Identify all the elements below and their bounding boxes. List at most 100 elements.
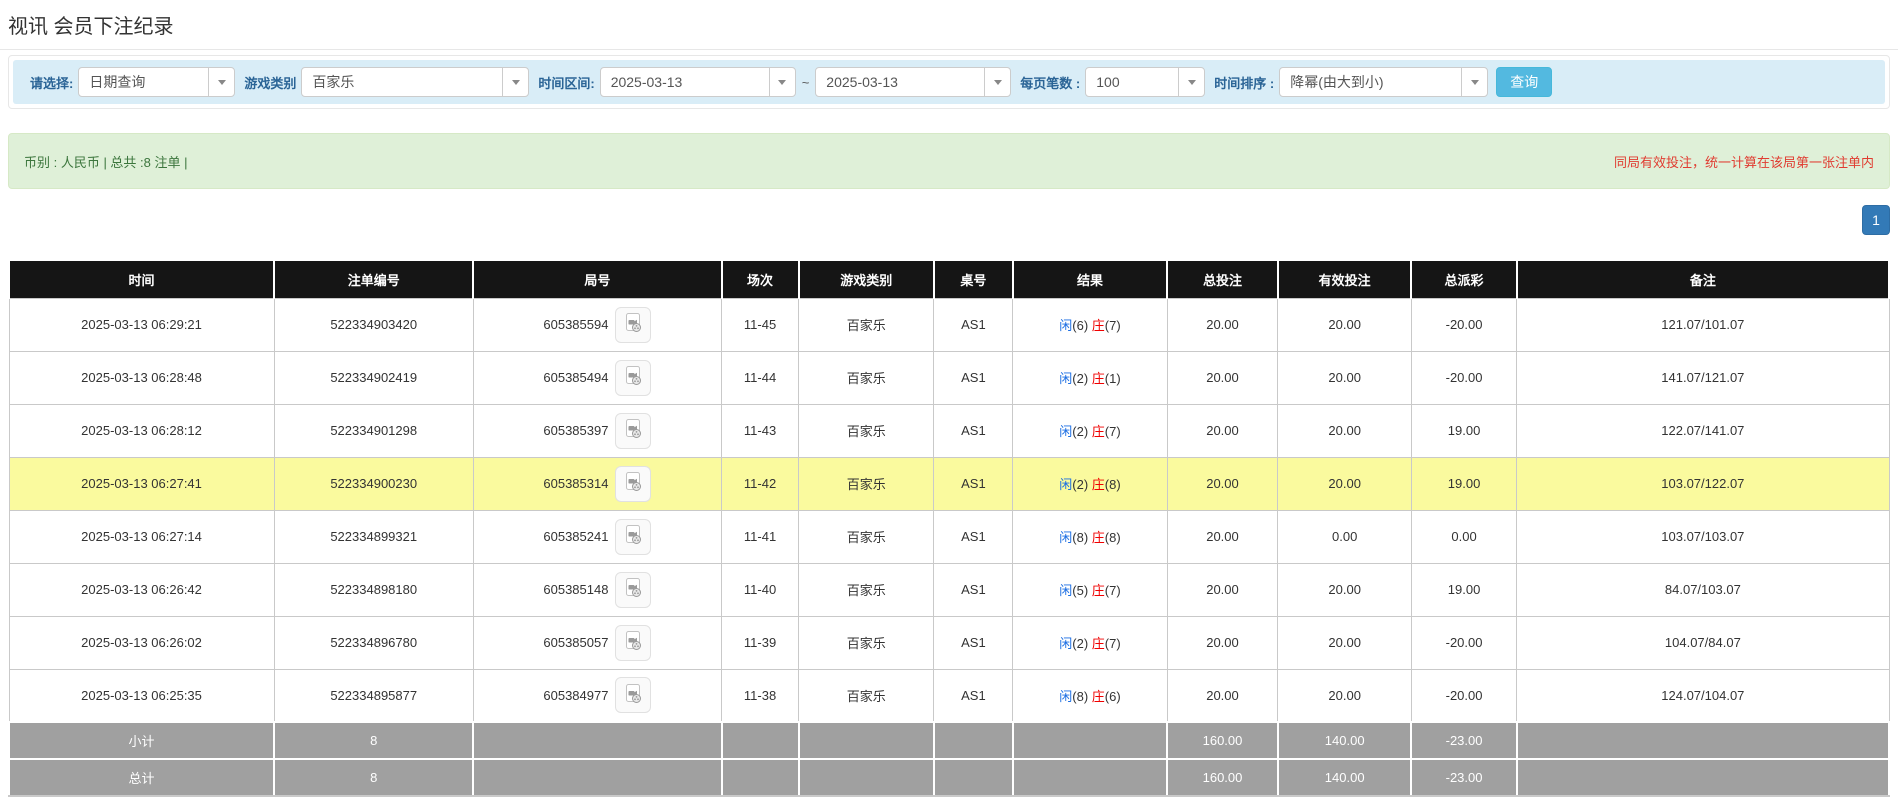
query-type-select[interactable]: 日期查询 xyxy=(78,67,235,97)
result-player-count: (2) xyxy=(1072,424,1088,439)
video-replay-button[interactable] xyxy=(615,307,651,343)
bet-records-table: 时间注单编号局号场次游戏类别桌号结果总投注有效投注总派彩备注 2025-03-1… xyxy=(8,261,1890,797)
footer-total-bet: 160.00 xyxy=(1167,722,1278,759)
round-id-text: 605385057 xyxy=(543,635,608,650)
cell-table-no: AS1 xyxy=(934,298,1013,351)
header-remark: 备注 xyxy=(1517,261,1889,298)
chevron-down-icon xyxy=(984,68,1010,96)
search-button[interactable]: 查询 xyxy=(1496,67,1552,97)
cell-remark: 124.07/104.07 xyxy=(1517,669,1889,722)
header-valid-bet: 有效投注 xyxy=(1278,261,1411,298)
header-bet-id: 注单编号 xyxy=(274,261,473,298)
cell-result: 闲(5) 庄(7) xyxy=(1013,563,1167,616)
footer-empty-round xyxy=(473,722,721,759)
round-id-with-video: 605385594 xyxy=(543,307,651,343)
result-player-label: 闲 xyxy=(1059,371,1072,386)
date-to-select[interactable]: 2025-03-13 xyxy=(815,67,1011,97)
result-banker-count: (8) xyxy=(1105,530,1121,545)
footer-empty-result xyxy=(1013,722,1167,759)
result-banker-count: (1) xyxy=(1105,371,1121,386)
cell-round-id: 605385241 xyxy=(473,510,721,563)
video-replay-button[interactable] xyxy=(615,572,651,608)
cell-game-type: 百家乐 xyxy=(799,616,934,669)
cell-remark: 122.07/141.07 xyxy=(1517,404,1889,457)
video-replay-button[interactable] xyxy=(615,677,651,713)
page-size-value: 100 xyxy=(1086,74,1129,90)
summary-notice: 同局有效投注，统一计算在该局第一张注单内 xyxy=(1614,152,1874,171)
cell-total-bet[interactable]: 20.00 xyxy=(1167,669,1278,722)
cell-payout: 19.00 xyxy=(1411,563,1516,616)
result-banker-label: 庄 xyxy=(1092,636,1105,651)
round-id-text: 605385494 xyxy=(543,370,608,385)
result-banker-count: (7) xyxy=(1105,636,1121,651)
result-player-label: 闲 xyxy=(1059,530,1072,545)
sort-order-select[interactable]: 降幂(由大到小) xyxy=(1279,67,1488,97)
sort-order-value: 降幂(由大到小) xyxy=(1280,72,1393,92)
video-record-icon xyxy=(622,471,644,496)
result-banker-label: 庄 xyxy=(1092,371,1105,386)
round-id-with-video: 605384977 xyxy=(543,677,651,713)
footer-empty-remark xyxy=(1517,722,1889,759)
footer-empty-game xyxy=(799,759,934,796)
header-result: 结果 xyxy=(1013,261,1167,298)
video-replay-button[interactable] xyxy=(615,625,651,661)
game-type-select[interactable]: 百家乐 xyxy=(301,67,529,97)
result-player-label: 闲 xyxy=(1059,583,1072,598)
cell-bet-id: 522334902419 xyxy=(274,351,473,404)
cell-payout: -20.00 xyxy=(1411,669,1516,722)
cell-session: 11-41 xyxy=(722,510,799,563)
video-replay-button[interactable] xyxy=(615,360,651,396)
footer-payout: -23.00 xyxy=(1411,722,1516,759)
result-player-count: (8) xyxy=(1072,530,1088,545)
cell-valid-bet: 20.00 xyxy=(1278,404,1411,457)
cell-remark: 141.07/121.07 xyxy=(1517,351,1889,404)
cell-session: 11-42 xyxy=(722,457,799,510)
result-player-count: (2) xyxy=(1072,477,1088,492)
cell-total-bet[interactable]: 20.00 xyxy=(1167,457,1278,510)
footer-empty-remark xyxy=(1517,759,1889,796)
result-player-count: (2) xyxy=(1072,636,1088,651)
cell-total-bet[interactable]: 20.00 xyxy=(1167,563,1278,616)
cell-remark: 104.07/84.07 xyxy=(1517,616,1889,669)
cell-table-no: AS1 xyxy=(934,669,1013,722)
cell-total-bet[interactable]: 20.00 xyxy=(1167,510,1278,563)
video-replay-button[interactable] xyxy=(615,466,651,502)
result-banker-label: 庄 xyxy=(1092,689,1105,704)
summary-currency-count: 币别 : 人民币 | 总共 :8 注单 | xyxy=(24,152,188,171)
cell-total-bet[interactable]: 20.00 xyxy=(1167,351,1278,404)
filter-bar: 请选择: 日期查询 游戏类别 百家乐 时间区间: 2025-03-13 ~ 20… xyxy=(13,60,1885,104)
cell-session: 11-45 xyxy=(722,298,799,351)
cell-result: 闲(2) 庄(7) xyxy=(1013,616,1167,669)
cell-total-bet[interactable]: 20.00 xyxy=(1167,616,1278,669)
video-replay-button[interactable] xyxy=(615,413,651,449)
round-id-with-video: 605385397 xyxy=(543,413,651,449)
page-size-select[interactable]: 100 xyxy=(1085,67,1205,97)
cell-game-type: 百家乐 xyxy=(799,298,934,351)
video-record-icon xyxy=(622,365,644,390)
cell-game-type: 百家乐 xyxy=(799,510,934,563)
chevron-down-icon xyxy=(769,68,795,96)
footer-payout: -23.00 xyxy=(1411,759,1516,796)
cell-total-bet[interactable]: 20.00 xyxy=(1167,404,1278,457)
grand-total-row: 总计8160.00140.00-23.00 xyxy=(9,759,1889,796)
header-payout: 总派彩 xyxy=(1411,261,1516,298)
pagination-page-1-button[interactable]: 1 xyxy=(1862,205,1890,235)
query-type-value: 日期查询 xyxy=(79,72,155,92)
cell-time: 2025-03-13 06:29:21 xyxy=(9,298,274,351)
video-record-icon xyxy=(622,418,644,443)
cell-bet-id: 522334903420 xyxy=(274,298,473,351)
summary-bar: 币别 : 人民币 | 总共 :8 注单 | 同局有效投注，统一计算在该局第一张注… xyxy=(8,133,1890,189)
cell-game-type: 百家乐 xyxy=(799,457,934,510)
footer-valid-bet: 140.00 xyxy=(1278,759,1411,796)
video-replay-button[interactable] xyxy=(615,519,651,555)
cell-round-id: 605385314 xyxy=(473,457,721,510)
date-from-select[interactable]: 2025-03-13 xyxy=(600,67,796,97)
cell-total-bet[interactable]: 20.00 xyxy=(1167,298,1278,351)
table-row: 2025-03-13 06:27:41522334900230605385314… xyxy=(9,457,1889,510)
cell-remark: 84.07/103.07 xyxy=(1517,563,1889,616)
cell-bet-id: 522334899321 xyxy=(274,510,473,563)
cell-payout: -20.00 xyxy=(1411,351,1516,404)
cell-round-id: 605384977 xyxy=(473,669,721,722)
footer-count: 8 xyxy=(274,722,473,759)
chevron-down-icon xyxy=(1178,68,1204,96)
